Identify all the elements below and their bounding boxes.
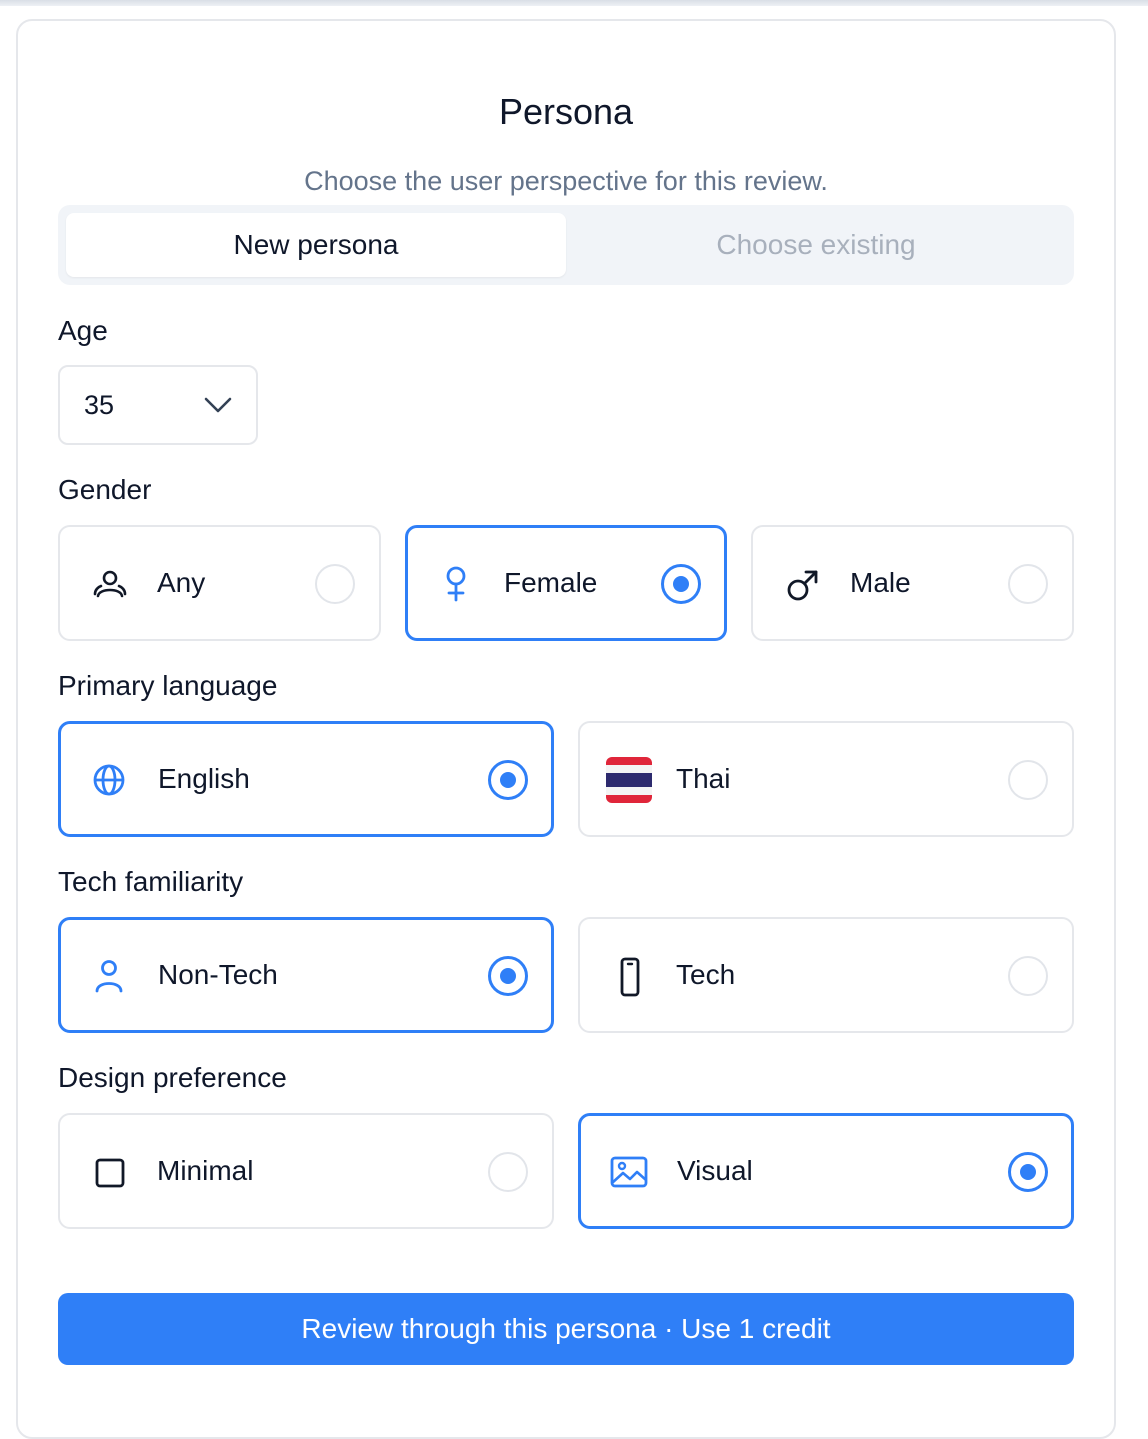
- tech-option-label: Tech: [676, 959, 736, 990]
- user-icon: [89, 956, 129, 996]
- radio-button[interactable]: [315, 564, 355, 604]
- chevron-down-icon: [204, 397, 232, 413]
- design-option-visual[interactable]: Visual: [578, 1113, 1074, 1229]
- female-icon: [436, 564, 476, 604]
- male-icon: [783, 565, 823, 605]
- gender-label: Gender: [58, 474, 152, 505]
- radio-button[interactable]: [661, 564, 701, 604]
- language-option-label: English: [158, 763, 250, 794]
- top-shadow: [0, 0, 1148, 6]
- radio-button[interactable]: [1008, 564, 1048, 604]
- age-label: Age: [58, 315, 108, 346]
- radio-button[interactable]: [1008, 1152, 1048, 1192]
- language-label: Primary language: [58, 670, 278, 701]
- design-label: Design preference: [58, 1062, 287, 1093]
- tab-choose-existing[interactable]: Choose existing: [566, 213, 1066, 277]
- gender-option-label: Male: [850, 567, 911, 598]
- language-option-english[interactable]: English: [58, 721, 554, 837]
- square-icon: [90, 1153, 130, 1193]
- thai-flag-icon: [606, 757, 652, 803]
- gender-option-any[interactable]: Any: [58, 525, 381, 641]
- design-option-label: Minimal: [157, 1155, 254, 1186]
- radio-button[interactable]: [488, 760, 528, 800]
- review-persona-button[interactable]: Review through this persona · Use 1 cred…: [58, 1293, 1074, 1365]
- tech-option-non-tech[interactable]: Non-Tech: [58, 917, 554, 1033]
- language-option-label: Thai: [676, 763, 731, 794]
- design-option-label: Visual: [677, 1155, 753, 1186]
- gender-option-label: Any: [157, 567, 206, 598]
- radio-button[interactable]: [488, 1152, 528, 1192]
- persona-mode-tabs: New persona Choose existing: [58, 205, 1074, 285]
- radio-button[interactable]: [1008, 760, 1048, 800]
- image-icon: [609, 1152, 649, 1192]
- globe-icon: [89, 760, 129, 800]
- language-option-thai[interactable]: Thai: [578, 721, 1074, 837]
- age-select[interactable]: 35: [58, 365, 258, 445]
- tech-option-label: Non-Tech: [158, 959, 278, 990]
- tech-option-tech[interactable]: Tech: [578, 917, 1074, 1033]
- gender-option-label: Female: [504, 567, 598, 598]
- tab-new-persona[interactable]: New persona: [66, 213, 566, 277]
- design-option-minimal[interactable]: Minimal: [58, 1113, 554, 1229]
- radio-button[interactable]: [488, 956, 528, 996]
- people-icon: [90, 565, 130, 605]
- tech-label: Tech familiarity: [58, 866, 244, 897]
- page-title: Persona: [498, 91, 634, 132]
- radio-button[interactable]: [1008, 956, 1048, 996]
- phone-icon: [610, 957, 650, 997]
- gender-option-female[interactable]: Female: [405, 525, 727, 641]
- page-subtitle: Choose the user perspective for this rev…: [304, 166, 828, 196]
- gender-option-male[interactable]: Male: [751, 525, 1074, 641]
- age-value: 35: [84, 389, 115, 420]
